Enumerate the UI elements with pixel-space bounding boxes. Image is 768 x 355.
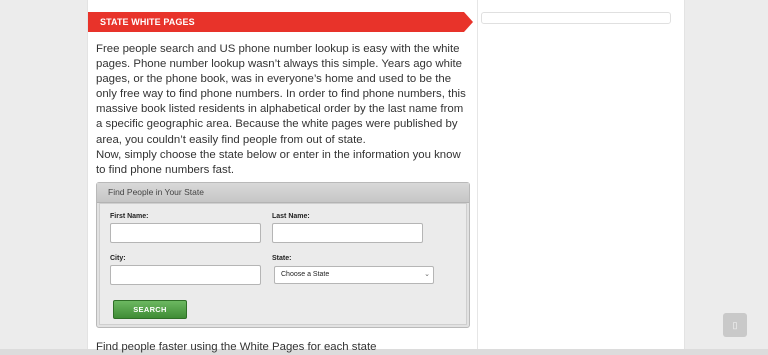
intro-paragraph-2: Now, simply choose the state below or en… [96, 148, 461, 176]
city-label: City: [110, 255, 126, 262]
last-name-label: Last Name: [272, 213, 310, 220]
state-select[interactable]: Choose a State ⌄ [274, 266, 434, 284]
intro-text: Free people search and US phone number l… [96, 42, 472, 178]
scroll-to-top-button[interactable]: ▯ [723, 313, 747, 337]
content-area: STATE WHITE PAGES Free people search and… [87, 0, 685, 353]
page-left-gutter [0, 0, 87, 349]
first-name-input[interactable] [110, 223, 261, 243]
state-selected-value: Choose a State [281, 271, 330, 278]
intro-paragraph-1: Free people search and US phone number l… [96, 43, 466, 146]
search-button[interactable]: SEARCH [113, 300, 187, 319]
last-name-input[interactable] [272, 223, 423, 243]
section-ribbon: STATE WHITE PAGES [88, 12, 475, 32]
main-column: STATE WHITE PAGES Free people search and… [88, 0, 478, 353]
search-form-body: First Name: Last Name: City: State: Choo… [99, 203, 467, 325]
chevron-down-icon: ⌄ [424, 271, 430, 278]
search-form-header: Find People in Your State [97, 183, 469, 203]
first-name-label: First Name: [110, 213, 149, 220]
bottom-text: Find people faster using the White Pages… [96, 341, 377, 353]
sidebar-widget [481, 12, 671, 24]
section-title: STATE WHITE PAGES [100, 17, 195, 27]
state-label: State: [272, 255, 292, 262]
city-input[interactable] [110, 265, 261, 285]
search-form-box: Find People in Your State First Name: La… [96, 182, 470, 328]
ribbon-tail [464, 12, 473, 32]
page-right-gutter [685, 0, 768, 349]
scroll-top-icon: ▯ [732, 320, 738, 330]
